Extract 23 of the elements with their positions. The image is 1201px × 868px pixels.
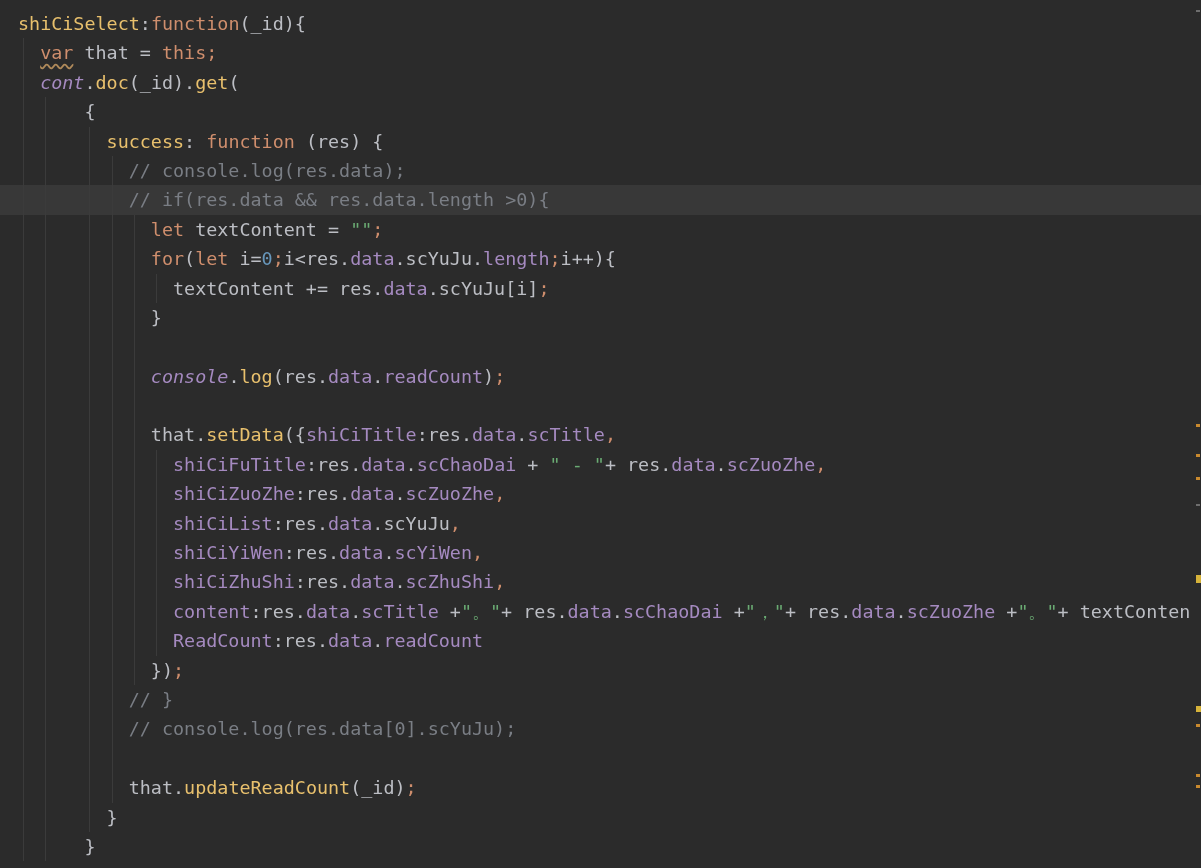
code-line: } <box>0 802 1201 832</box>
code-line: success: function (res) { <box>0 126 1201 156</box>
code-line: }); <box>0 655 1201 685</box>
code-line: let textContent = ""; <box>0 214 1201 245</box>
code-line: that.setData({shiCiTitle:res.data.scTitle, <box>0 420 1201 450</box>
code-line: textContent += res.data.scYuJu[i]; <box>0 273 1201 303</box>
code-line: // console.log(res.data[0].scYuJu); <box>0 714 1201 744</box>
code-line: console.log(res.data.readCount); <box>0 361 1201 392</box>
code-line: shiCiFuTitle:res.data.scChaoDai + " - "+ res.data.scZuoZhe, <box>0 449 1201 480</box>
code-line: shiCiList:res.data.scYuJu, <box>0 508 1201 539</box>
code-line: // console.log(res.data); <box>0 155 1201 186</box>
code-line: shiCiYiWen:res.data.scYiWen, <box>0 538 1201 568</box>
code-line: { <box>0 97 1201 127</box>
code-line: } <box>0 831 1201 862</box>
code-line: cont.doc(_id).get( <box>0 67 1201 98</box>
code-line: content:res.data.scTitle +"。"+ res.data.scChaoDai +"，"+ res.data.scZuoZhe +"。"+ textConten <box>0 596 1201 627</box>
code-line: } <box>0 302 1201 333</box>
code-line: that.updateReadCount(_id); <box>0 773 1201 803</box>
code-line: var that = this; <box>0 38 1201 68</box>
code-line: ReadCount:res.data.readCount <box>0 626 1201 656</box>
code-line: for(let i=0;i<res.data.scYuJu.length;i++){ <box>0 244 1201 274</box>
code-line: shiCiSelect:function(_id){ <box>17 12 307 36</box>
code-line: shiCiZuoZhe:res.data.scZuoZhe, <box>0 479 1201 509</box>
